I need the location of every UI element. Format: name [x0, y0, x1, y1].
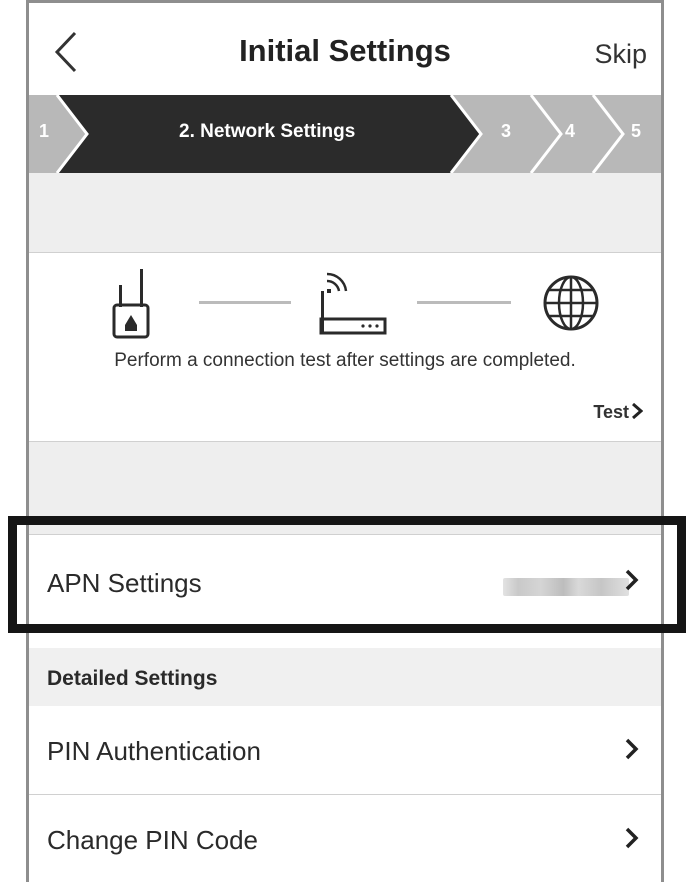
page-title: Initial Settings	[239, 33, 451, 68]
change-pin-code-row[interactable]: Change PIN Code	[29, 795, 661, 882]
spacer-band	[29, 442, 661, 535]
test-link[interactable]: Test	[593, 402, 644, 423]
spacer-band	[29, 173, 661, 253]
mobile-router-icon	[112, 269, 150, 339]
connector-line	[417, 301, 511, 304]
step-3[interactable]: 3	[501, 121, 511, 142]
apn-settings-label: APN Settings	[47, 568, 202, 598]
wifi-router-icon	[319, 272, 387, 335]
step-1[interactable]: 1	[39, 121, 49, 142]
connector-line	[199, 301, 291, 304]
chevron-right-icon	[625, 827, 639, 849]
settings-screen: Initial Settings Skip 1 2. Network Setti…	[26, 0, 664, 882]
connection-test-hint: Perform a connection test after settings…	[114, 350, 576, 371]
app-header: Initial Settings Skip	[29, 3, 661, 95]
chevron-right-icon	[632, 402, 644, 420]
connection-diagram: Perform a connection test after settings…	[29, 253, 661, 442]
section-header-label: Detailed Settings	[47, 667, 218, 690]
globe-icon	[543, 275, 599, 331]
step-5[interactable]: 5	[631, 121, 641, 142]
progress-stepper: 1 2. Network Settings 3 4 5	[29, 95, 661, 173]
apn-value-blurred	[503, 578, 629, 596]
step-4[interactable]: 4	[565, 121, 575, 142]
change-pin-code-label: Change PIN Code	[47, 825, 259, 855]
step-2-current[interactable]: 2. Network Settings	[179, 121, 355, 143]
pin-authentication-label: PIN Authentication	[47, 736, 261, 766]
apn-settings-row[interactable]: APN Settings	[29, 535, 661, 627]
chevron-right-icon	[625, 569, 639, 591]
skip-button[interactable]: Skip	[594, 39, 647, 70]
chevron-right-icon	[625, 738, 639, 760]
test-label: Test	[593, 402, 629, 422]
section-header-detailed: Detailed Settings	[29, 648, 661, 707]
pin-authentication-row[interactable]: PIN Authentication	[29, 706, 661, 795]
